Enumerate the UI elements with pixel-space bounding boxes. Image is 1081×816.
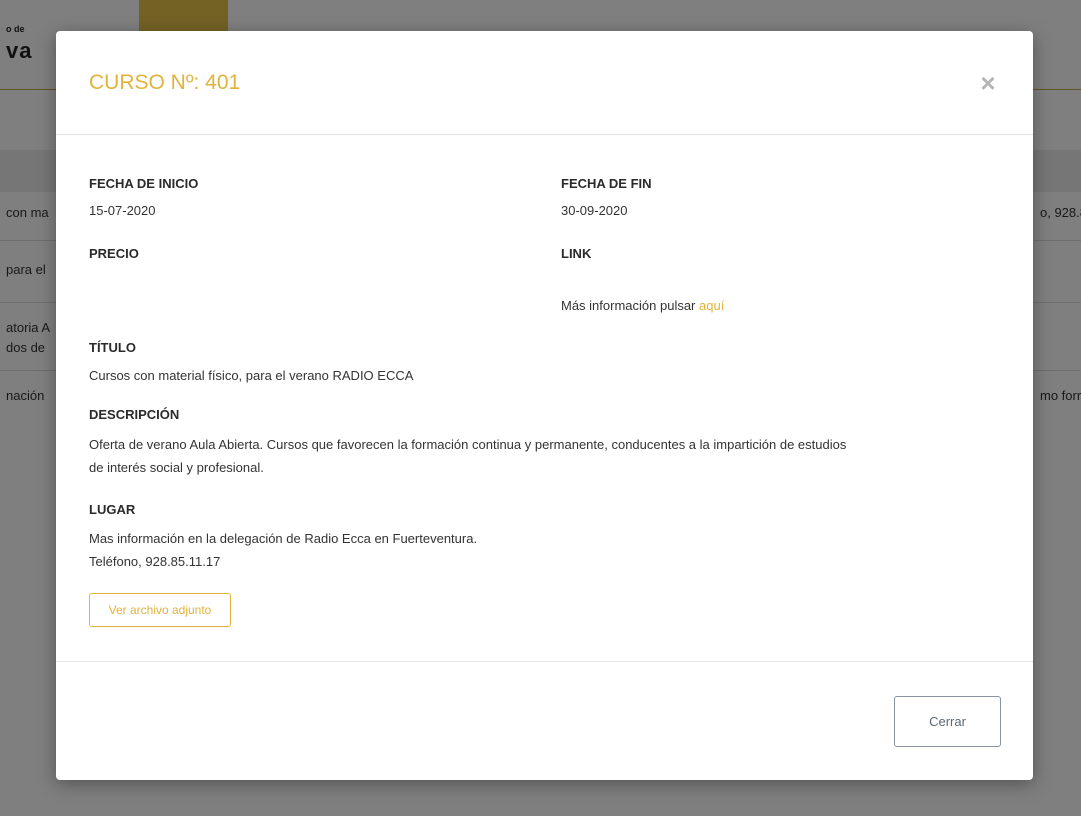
location-line-2: Teléfono, 928.85.11.17: [89, 554, 221, 569]
end-date-value: 30-09-2020: [561, 203, 628, 218]
location-line-1: Mas información en la delegación de Radi…: [89, 531, 478, 546]
description-line-2: de interés social y profesional.: [89, 460, 264, 475]
title-value: Cursos con material físico, para el vera…: [89, 368, 414, 383]
location-label: LUGAR: [89, 502, 136, 517]
price-label: PRECIO: [89, 246, 139, 261]
end-date-label: FECHA DE FIN: [561, 176, 652, 191]
link-label: LINK: [561, 246, 592, 261]
start-date-label: FECHA DE INICIO: [89, 176, 199, 191]
close-icon[interactable]: ×: [976, 70, 1000, 96]
link-value: Más información pulsar aquí: [561, 295, 724, 316]
start-date-value: 15-07-2020: [89, 203, 156, 218]
modal-footer: Cerrar: [56, 661, 1033, 781]
more-info-link[interactable]: aquí: [699, 298, 724, 313]
close-button[interactable]: Cerrar: [894, 696, 1001, 747]
view-attachment-button[interactable]: Ver archivo adjunto: [89, 593, 231, 627]
link-prefix-text: Más información pulsar: [561, 298, 696, 313]
modal-header: CURSO Nº: 401 ×: [56, 31, 1033, 135]
modal-title: CURSO Nº: 401: [89, 71, 241, 94]
description-line-1: Oferta de verano Aula Abierta. Cursos qu…: [89, 437, 847, 452]
title-label: TÍTULO: [89, 340, 136, 355]
course-detail-modal: CURSO Nº: 401 × FECHA DE INICIO 15-07-20…: [56, 31, 1033, 780]
description-label: DESCRIPCIÓN: [89, 407, 180, 422]
